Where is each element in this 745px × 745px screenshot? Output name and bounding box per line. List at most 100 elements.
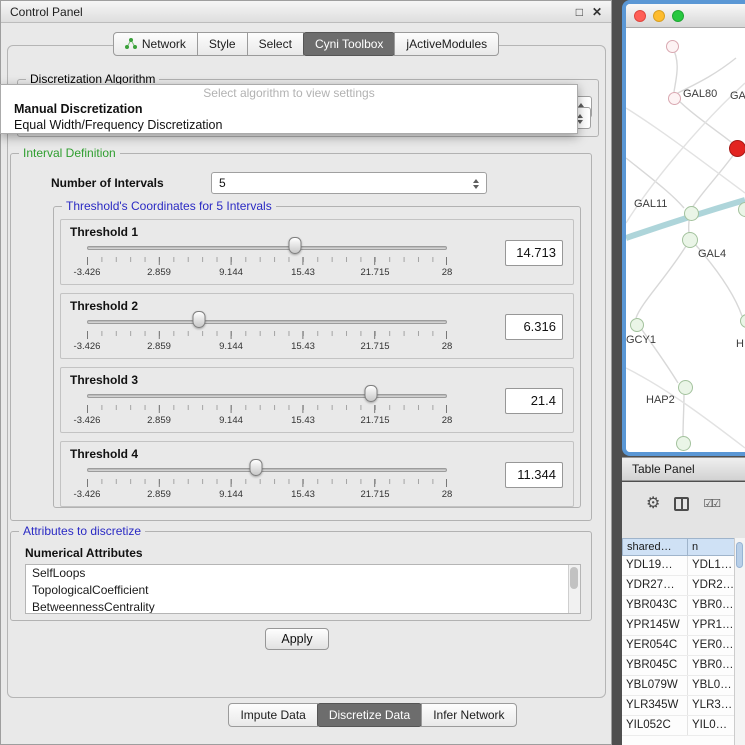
tick-label: 21.715	[360, 415, 389, 426]
table-cell[interactable]: YDR27…	[622, 576, 688, 595]
tick-label: -3.426	[74, 267, 101, 278]
numerical-attributes-list[interactable]: SelfLoops TopologicalCoefficient Between…	[25, 564, 581, 614]
slider-tick-labels: -3.426 2.859 9.144 15.43 21.715 28	[87, 415, 447, 426]
node-label-gal11: GAL11	[634, 198, 667, 210]
list-scrollbar[interactable]	[568, 565, 580, 613]
table-cell[interactable]: YBR043C	[622, 596, 688, 615]
slider-track[interactable]	[87, 320, 447, 324]
algorithm-dropdown-popup: Select algorithm to view settings Manual…	[0, 84, 578, 134]
network-node[interactable]	[676, 436, 691, 451]
threshold-1-value-field[interactable]: 14.713	[505, 240, 563, 266]
slider-handle[interactable]	[192, 311, 205, 328]
float-window-icon[interactable]: □	[576, 6, 583, 18]
algorithm-option-manual[interactable]: Manual Discretization	[1, 101, 577, 117]
network-node[interactable]	[682, 232, 698, 248]
tab-label: jActiveModules	[406, 37, 487, 51]
tab-select[interactable]: Select	[247, 32, 304, 56]
slider-track[interactable]	[87, 394, 447, 398]
tab-impute-data[interactable]: Impute Data	[228, 703, 317, 727]
network-node[interactable]	[630, 318, 644, 332]
close-window-icon[interactable]: ✕	[592, 6, 602, 18]
tick-label: 2.859	[147, 267, 171, 278]
select-columns-icon[interactable]: ☑☑	[703, 497, 719, 511]
table-row[interactable]: YBL079WYBL0…	[622, 676, 745, 696]
zoom-traffic-light[interactable]	[672, 10, 684, 22]
threshold-3-value-field[interactable]: 21.4	[505, 388, 563, 414]
algorithm-option-equal-width[interactable]: Equal Width/Frequency Discretization	[1, 117, 577, 133]
gear-icon[interactable]: ⚙	[646, 496, 660, 512]
slider-handle[interactable]	[250, 459, 263, 476]
slider-major-ticks	[87, 331, 447, 339]
tab-style[interactable]: Style	[197, 32, 248, 56]
interval-definition-group: Interval Definition Number of Intervals …	[10, 153, 592, 521]
window-title: Control Panel	[10, 5, 83, 19]
network-canvas[interactable]: GAL80 GA GAL11 GAL4 GCY1 HAP2 H	[626, 28, 745, 452]
tab-jactivemodules[interactable]: jActiveModules	[394, 32, 499, 56]
node-label-h: H	[736, 338, 744, 350]
table-cell[interactable]: YBR045C	[622, 656, 688, 675]
tick-label: 2.859	[147, 415, 171, 426]
tick-label: 21.715	[360, 489, 389, 500]
tick-label: 9.144	[219, 489, 243, 500]
tick-label: 28	[442, 267, 453, 278]
table-cell[interactable]: YDL19…	[622, 556, 688, 575]
table-header-row: shared… n	[622, 538, 745, 556]
tab-label: Cyni Toolbox	[315, 37, 383, 51]
thresholds-group: Threshold's Coordinates for 5 Intervals …	[53, 206, 581, 508]
number-of-intervals-label: Number of Intervals	[51, 176, 164, 190]
table-row[interactable]: YDL19…YDL1…	[622, 556, 745, 576]
tab-infer-network[interactable]: Infer Network	[421, 703, 516, 727]
network-node-selected[interactable]	[729, 140, 745, 157]
tab-label: Style	[209, 37, 236, 51]
threshold-2-slider[interactable]: -3.426 2.859 9.144 15.43 21.715 28	[87, 310, 447, 356]
table-cell[interactable]: YBL079W	[622, 676, 688, 695]
scrollbar-thumb[interactable]	[736, 542, 743, 568]
threshold-2-value-field[interactable]: 6.316	[505, 314, 563, 340]
minimize-traffic-light[interactable]	[653, 10, 665, 22]
group-title: Interval Definition	[19, 146, 120, 160]
threshold-3-slider[interactable]: -3.426 2.859 9.144 15.43 21.715 28	[87, 384, 447, 430]
table-cell[interactable]: YPR145W	[622, 616, 688, 635]
table-row[interactable]: YER054CYER0…	[622, 636, 745, 656]
tab-network[interactable]: Network	[113, 32, 198, 56]
algorithm-hint: Select algorithm to view settings	[1, 85, 577, 101]
table-row[interactable]: YDR27…YDR2…	[622, 576, 745, 596]
network-node[interactable]	[668, 92, 681, 105]
network-node[interactable]	[666, 40, 679, 53]
tick-label: -3.426	[74, 489, 101, 500]
table-row[interactable]: YPR145WYPR1…	[622, 616, 745, 636]
table-row[interactable]: YBR045CYBR0…	[622, 656, 745, 676]
node-label-hap2: HAP2	[646, 394, 675, 406]
tab-label: Impute Data	[240, 708, 305, 722]
scrollbar-thumb[interactable]	[570, 567, 578, 589]
node-label-ga: GA	[730, 90, 745, 102]
tab-cyni-toolbox[interactable]: Cyni Toolbox	[303, 32, 395, 56]
number-of-intervals-spinner[interactable]: 5	[211, 172, 487, 194]
network-node[interactable]	[684, 206, 699, 221]
slider-handle[interactable]	[288, 237, 301, 254]
apply-button[interactable]: Apply	[265, 628, 329, 650]
network-node[interactable]	[678, 380, 693, 395]
threshold-1-slider[interactable]: -3.426 2.859 9.144 15.43 21.715 28	[87, 236, 447, 282]
top-tabbar: Network Style Select Cyni Toolbox jActiv…	[1, 32, 611, 56]
bottom-tabbar: Impute Data Discretize Data Infer Networ…	[0, 703, 745, 727]
columns-icon[interactable]	[674, 497, 689, 511]
list-item[interactable]: BetweennessCentrality	[26, 599, 580, 614]
slider-tick-labels: -3.426 2.859 9.144 15.43 21.715 28	[87, 341, 447, 352]
slider-major-ticks	[87, 405, 447, 413]
slider-handle[interactable]	[365, 385, 378, 402]
list-item[interactable]: SelfLoops	[26, 565, 580, 582]
threshold-4-value-field[interactable]: 11.344	[505, 462, 563, 488]
tab-discretize-data[interactable]: Discretize Data	[317, 703, 422, 727]
list-item[interactable]: TopologicalCoefficient	[26, 582, 580, 599]
close-traffic-light[interactable]	[634, 10, 646, 22]
slider-track[interactable]	[87, 468, 447, 472]
table-row[interactable]: YBR043CYBR0…	[622, 596, 745, 616]
threshold-4-slider[interactable]: -3.426 2.859 9.144 15.43 21.715 28	[87, 458, 447, 504]
table-cell[interactable]: YER054C	[622, 636, 688, 655]
column-header-shared-name[interactable]: shared…	[622, 538, 688, 556]
tick-label: -3.426	[74, 415, 101, 426]
node-label-gal4: GAL4	[698, 248, 726, 260]
threshold-3-panel: Threshold 3 -3.426 2.859 9.144 15.43 21.…	[60, 367, 574, 433]
slider-track[interactable]	[87, 246, 447, 250]
